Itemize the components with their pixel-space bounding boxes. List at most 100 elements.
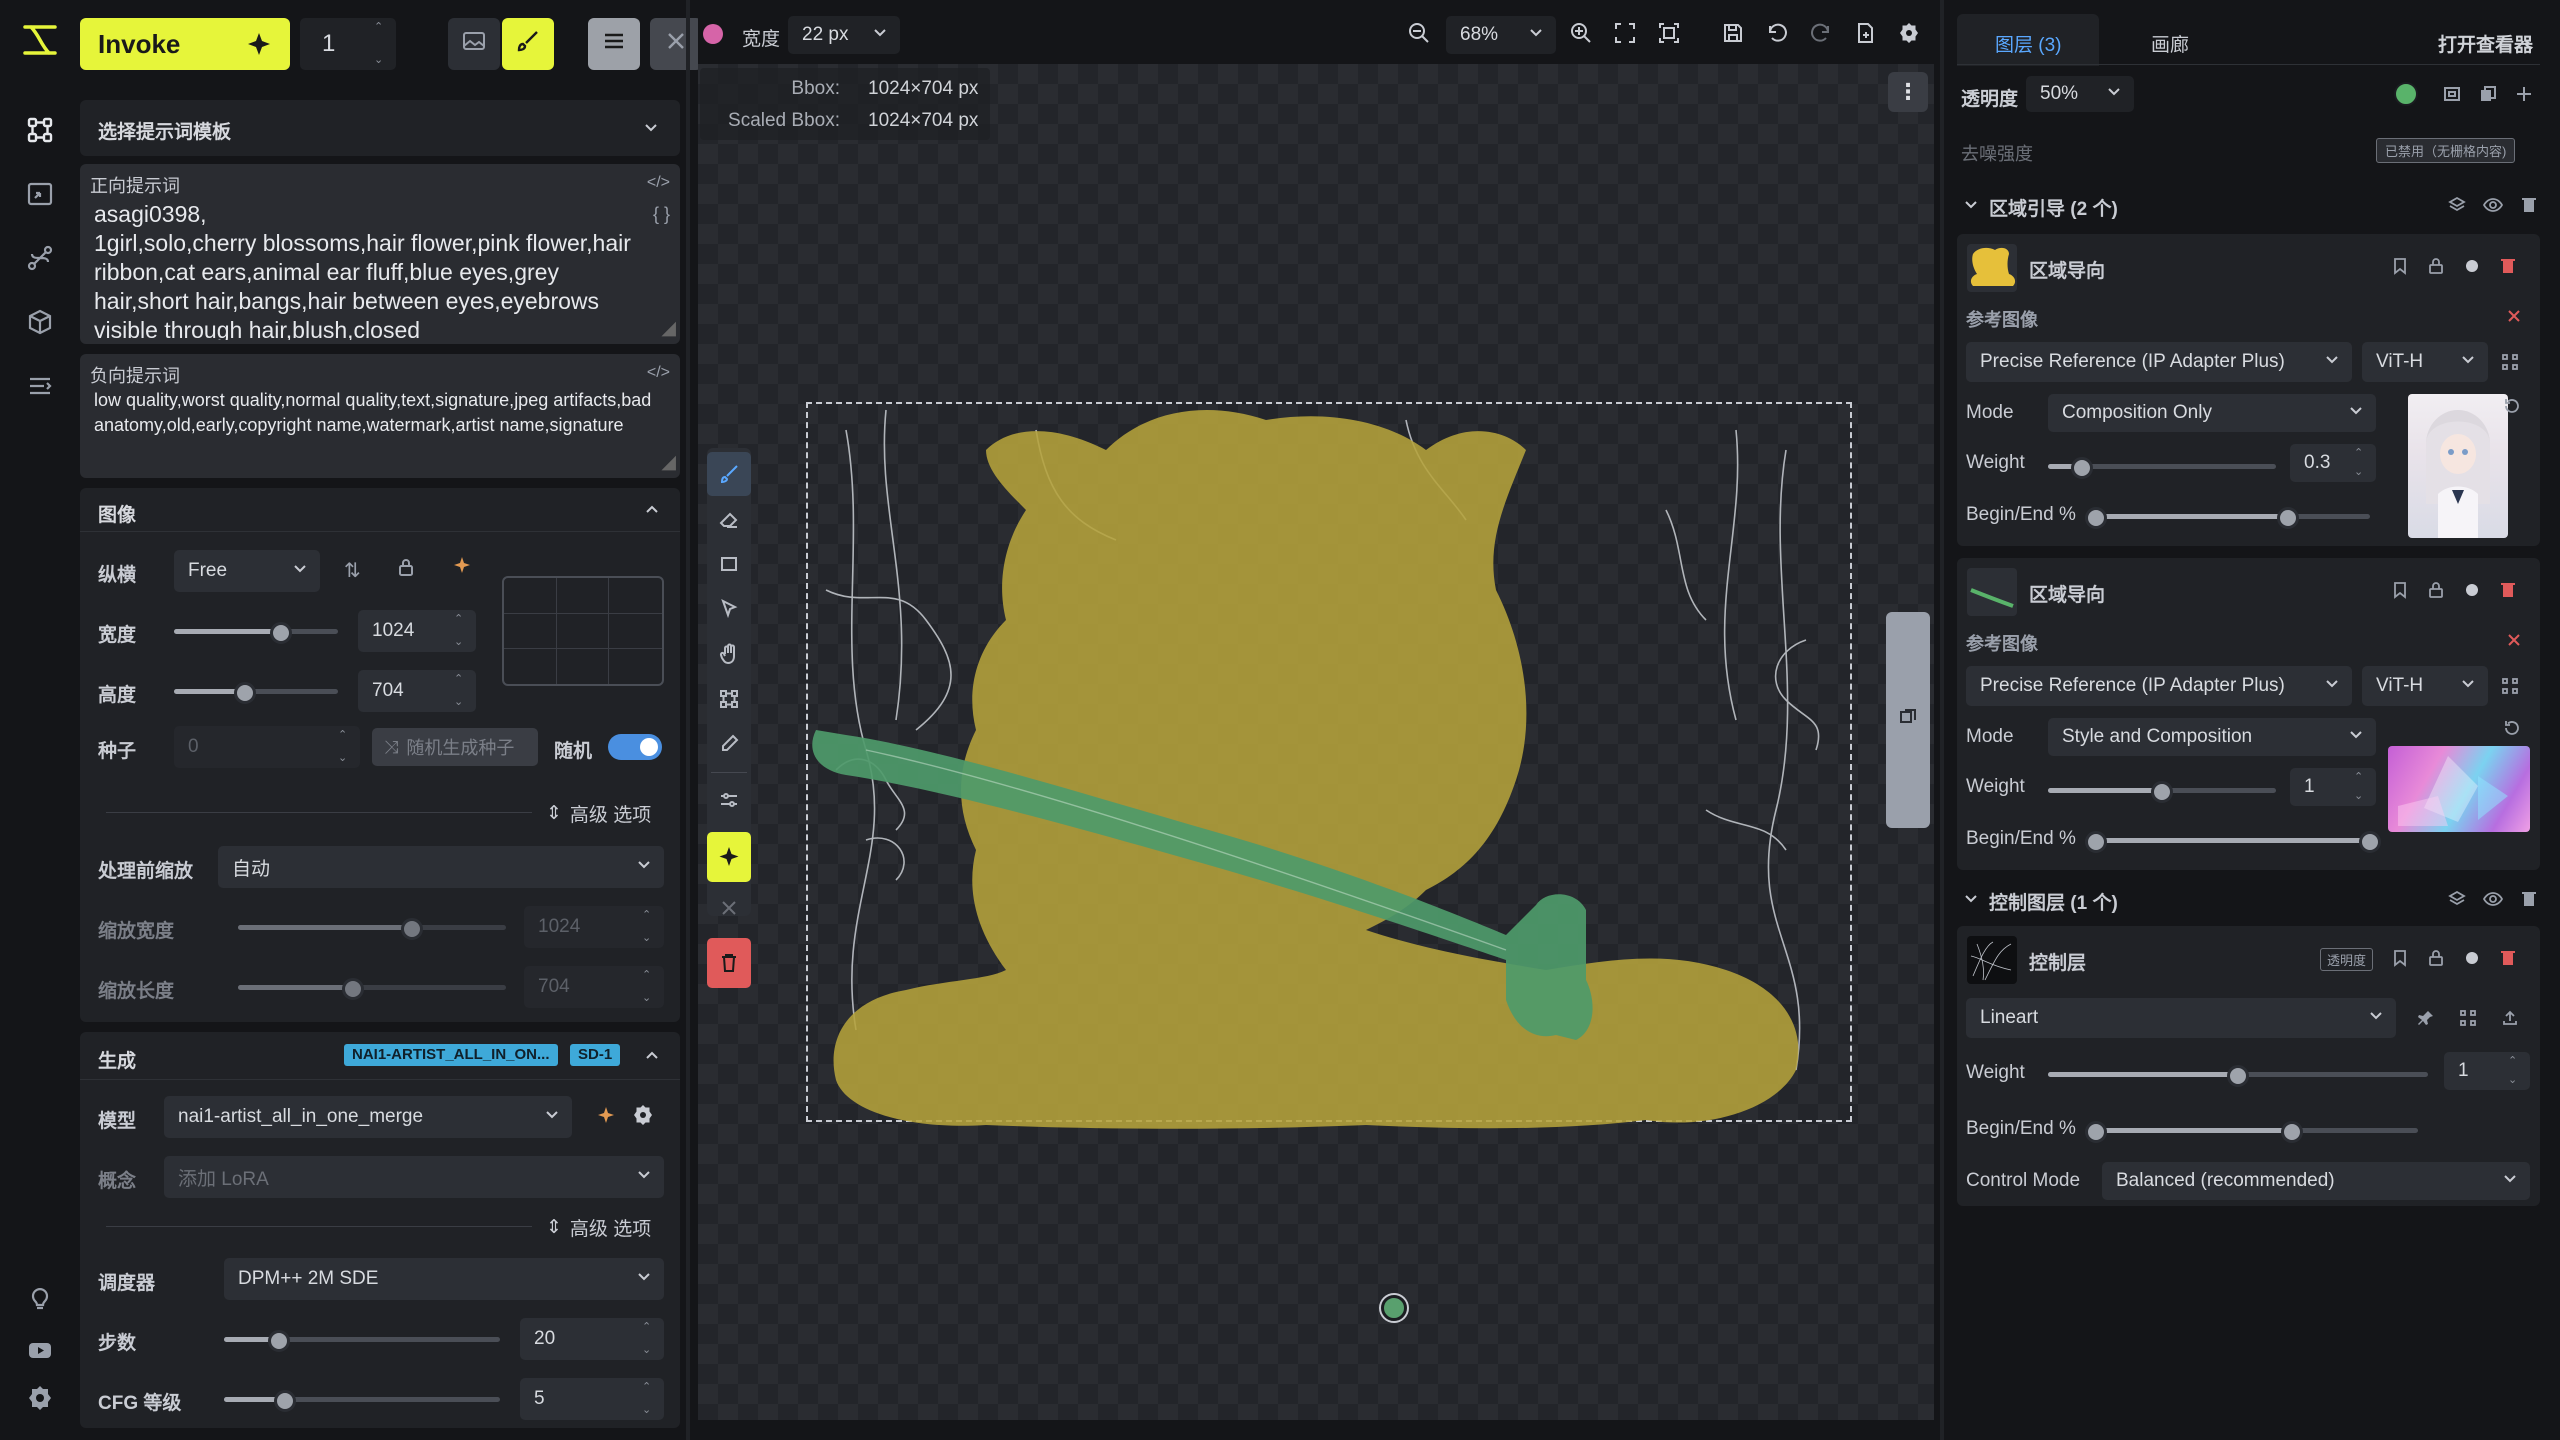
image-section-header[interactable]: 图像: [80, 488, 680, 532]
layers-stack-icon[interactable]: [2445, 193, 2469, 217]
delete-group-icon[interactable]: [2517, 193, 2541, 217]
cfg-slider[interactable]: [224, 1390, 500, 1412]
positive-prompt-input[interactable]: asagi0398, 1girl,solo,cherry blossoms,ha…: [94, 200, 654, 340]
control-opacity-badge[interactable]: 透明度: [2320, 948, 2374, 971]
scale-width-thumb[interactable]: [401, 918, 424, 940]
control-weight-slider[interactable]: [2048, 1065, 2428, 1087]
layer-fit-icon[interactable]: [2440, 82, 2464, 106]
workflows-icon[interactable]: [20, 238, 60, 278]
layers-stack-icon[interactable]: [2445, 887, 2469, 911]
visibility-eye-icon[interactable]: [2481, 193, 2505, 217]
invoke-sparkle-icon[interactable]: [707, 832, 751, 882]
height-input[interactable]: 704 ⌃ ⌄: [358, 670, 476, 712]
invoke-button[interactable]: Invoke: [80, 18, 290, 70]
begin-thumb[interactable]: [2085, 1121, 2107, 1143]
control-begin-end-slider[interactable]: [2085, 1121, 2418, 1143]
width-input[interactable]: 1024 ⌃ ⌄: [358, 610, 476, 652]
lock-icon[interactable]: [2424, 946, 2448, 970]
move-tool-icon[interactable]: [707, 587, 751, 631]
region-2-begin-end-slider[interactable]: [2085, 831, 2381, 853]
region-1-weight-input[interactable]: 0.3 ⌃ ⌄: [2290, 444, 2376, 482]
region-1-reference-image[interactable]: [2408, 394, 2508, 538]
region-1-mode-select[interactable]: Composition Only: [2048, 394, 2376, 432]
lock-icon[interactable]: [396, 556, 416, 584]
height-slider[interactable]: [174, 682, 338, 704]
youtube-icon[interactable]: [20, 1330, 60, 1370]
weight-slider-thumb[interactable]: [2227, 1065, 2249, 1087]
sparkle-icon[interactable]: [452, 556, 472, 582]
cfg-input[interactable]: 5 ⌃ ⌄: [520, 1378, 664, 1420]
add-layer-icon[interactable]: [2512, 82, 2536, 106]
brush-width-select[interactable]: 22 px: [788, 16, 900, 54]
layer-color-swatch[interactable]: [2394, 82, 2418, 106]
region-1-adapter-select[interactable]: Precise Reference (IP Adapter Plus): [1966, 342, 2352, 382]
region-2-weight-input[interactable]: 1 ⌃ ⌄: [2290, 768, 2376, 806]
lightbulb-icon[interactable]: [20, 1278, 60, 1318]
visibility-eye-icon[interactable]: [2481, 887, 2505, 911]
upload-icon[interactable]: [2498, 1006, 2522, 1030]
region-1-encoder-select[interactable]: ViT-H: [2362, 342, 2488, 382]
enabled-dot-icon[interactable]: [2460, 578, 2484, 602]
region-1-weight-slider[interactable]: [2048, 457, 2276, 479]
canvas-nodes-icon[interactable]: [20, 110, 60, 150]
resize-handle-icon[interactable]: ◢: [661, 317, 676, 340]
save-icon[interactable]: [1722, 22, 1744, 50]
steps-input[interactable]: 20 ⌃ ⌄: [520, 1318, 664, 1360]
delete-trash-icon[interactable]: [2496, 946, 2520, 970]
cancel-close-icon[interactable]: [707, 886, 751, 930]
pin-icon[interactable]: [2414, 1006, 2438, 1030]
end-thumb[interactable]: [2276, 507, 2299, 529]
filter-sliders-icon[interactable]: [707, 778, 751, 822]
bbox-tool-icon[interactable]: [707, 677, 751, 721]
bookmark-icon[interactable]: [2388, 254, 2412, 278]
begin-thumb[interactable]: [2085, 831, 2107, 853]
zoom-out-icon[interactable]: [1408, 22, 1430, 50]
region-2-reference-image[interactable]: [2388, 746, 2530, 832]
enabled-dot-icon[interactable]: [2460, 946, 2484, 970]
width-slider-thumb[interactable]: [269, 622, 292, 644]
region-2-adapter-select[interactable]: Precise Reference (IP Adapter Plus): [1966, 666, 2352, 706]
panel-resize-handle[interactable]: [686, 0, 690, 1440]
reset-icon[interactable]: [2500, 394, 2524, 418]
tab-layers[interactable]: 图层 (3): [1957, 14, 2099, 66]
steps-slider[interactable]: [224, 1330, 500, 1352]
queue-list-icon[interactable]: [20, 366, 60, 406]
color-picker-tool-icon[interactable]: [707, 722, 751, 766]
iterations-stepper[interactable]: 1 ⌃ ⌄: [300, 18, 396, 70]
end-thumb[interactable]: [2359, 831, 2381, 853]
braces-icon[interactable]: { }: [653, 204, 670, 225]
control-weight-input[interactable]: 1 ⌃ ⌄: [2444, 1052, 2530, 1090]
canvas-mode-button[interactable]: [502, 18, 554, 70]
bookmark-icon[interactable]: [2388, 578, 2412, 602]
zoom-select[interactable]: 68%: [1446, 16, 1556, 54]
delete-group-icon[interactable]: [2517, 887, 2541, 911]
scale-width-slider[interactable]: [238, 918, 506, 940]
delete-trash-icon[interactable]: [2496, 254, 2520, 278]
toggle-right-panel-button[interactable]: [1886, 612, 1930, 828]
rectangle-tool-icon[interactable]: [707, 542, 751, 586]
random-seed-button[interactable]: ⤨ 随机生成种子: [372, 728, 538, 766]
eraser-tool-icon[interactable]: [707, 497, 751, 541]
lora-select[interactable]: 添加 LoRA: [164, 1156, 664, 1198]
control-mode-select[interactable]: Balanced (recommended): [2102, 1162, 2530, 1200]
sparkle-icon[interactable]: [596, 1106, 616, 1132]
advanced-options-toggle[interactable]: ⇕ 高级 选项: [546, 1214, 651, 1241]
random-toggle[interactable]: [608, 734, 662, 760]
remove-ref-close-icon[interactable]: [2502, 304, 2526, 328]
canvas-more-options-icon[interactable]: ⋮: [1888, 72, 1928, 112]
prescale-select[interactable]: 自动: [218, 846, 664, 888]
opacity-select[interactable]: 50%: [2026, 76, 2134, 112]
bbox-fit-icon[interactable]: [2498, 350, 2522, 374]
aspect-select[interactable]: Free: [174, 550, 320, 592]
weight-slider-thumb[interactable]: [2151, 781, 2173, 803]
weight-slider-thumb[interactable]: [2071, 457, 2094, 479]
delete-trash-icon[interactable]: [2496, 578, 2520, 602]
model-select[interactable]: nai1-artist_all_in_one_merge: [164, 1096, 572, 1138]
height-slider-thumb[interactable]: [233, 682, 256, 704]
open-viewer-button[interactable]: 打开查看器: [2438, 30, 2533, 57]
zoom-in-icon[interactable]: [1570, 22, 1592, 50]
seed-input[interactable]: 0 ⌃ ⌄: [174, 726, 360, 768]
region-2-weight-slider[interactable]: [2048, 781, 2276, 803]
generate-section-header[interactable]: 生成 NAI1-ARTIST_ALL_IN_ON... SD-1: [80, 1032, 680, 1080]
resize-handle-icon[interactable]: ◢: [661, 451, 676, 474]
